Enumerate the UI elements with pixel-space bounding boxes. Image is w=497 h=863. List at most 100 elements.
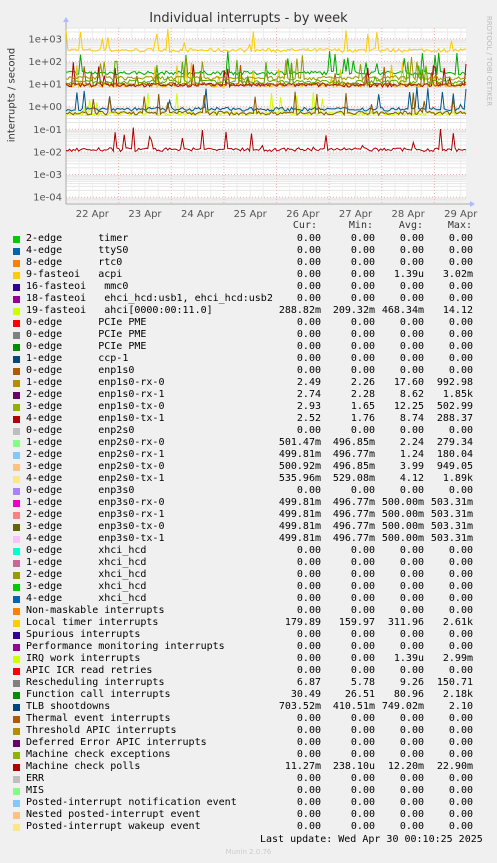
legend-max: 0.00 bbox=[448, 557, 473, 568]
legend-swatch bbox=[13, 824, 20, 831]
legend-max: 1.85k bbox=[442, 389, 473, 400]
legend-max: 503.31m bbox=[430, 509, 473, 520]
legend-label: Rescheduling interrupts bbox=[26, 677, 165, 688]
x-tick-label: 24 Apr bbox=[181, 209, 215, 220]
legend-max: 0.00 bbox=[448, 605, 473, 616]
legend-cur: 0.00 bbox=[296, 713, 321, 724]
legend-max: 2.10 bbox=[448, 701, 473, 712]
legend-row: 1-edge ccp-1 0.00 0.00 0.00 0.00 bbox=[0, 353, 497, 365]
legend-cur: 0.00 bbox=[296, 665, 321, 676]
legend-swatch bbox=[13, 464, 20, 471]
legend-cur: 0.00 bbox=[296, 545, 321, 556]
legend-cur: 0.00 bbox=[296, 797, 321, 808]
col-header-max: Max: bbox=[447, 220, 472, 231]
legend-swatch bbox=[13, 380, 20, 387]
last-update: Last update: Wed Apr 30 00:10:25 2025 bbox=[260, 834, 483, 845]
legend-label: 4-edge enp1s0-tx-1 bbox=[26, 413, 165, 424]
legend-max: 0.00 bbox=[448, 797, 473, 808]
legend-label: Threshold APIC interrupts bbox=[26, 725, 177, 736]
legend-label: Spurious interrupts bbox=[26, 629, 141, 640]
legend-max: 0.00 bbox=[448, 545, 473, 556]
legend-row: 19-fasteoi ahci[0000:00:11.0] 288.82m 209.… bbox=[0, 305, 497, 317]
legend-row: 0-edge enp3s0 0.00 0.00 0.00 0.00 bbox=[0, 485, 497, 497]
legend-cur: 0.00 bbox=[296, 569, 321, 580]
legend-max: 0.00 bbox=[448, 485, 473, 496]
y-tick-label: 1e-04 bbox=[33, 193, 62, 204]
legend-swatch bbox=[13, 524, 20, 531]
legend-swatch bbox=[13, 536, 20, 543]
legend-max: 0.00 bbox=[448, 593, 473, 604]
legend-row: 1-edge enp1s0-rx-0 2.49 2.26 17.60 992.98 bbox=[0, 377, 497, 389]
legend-swatch bbox=[13, 800, 20, 807]
legend-max: 0.00 bbox=[448, 341, 473, 352]
legend-max: 0.00 bbox=[448, 809, 473, 820]
legend-max: 0.00 bbox=[448, 821, 473, 832]
y-tick-label: 1e+02 bbox=[28, 57, 62, 68]
legend-max: 2.18k bbox=[442, 689, 473, 700]
legend-swatch bbox=[13, 728, 20, 735]
legend-cur: 0.00 bbox=[296, 557, 321, 568]
legend-max: 0.00 bbox=[448, 713, 473, 724]
legend-cur: 0.00 bbox=[296, 485, 321, 496]
legend-label: 4-edge xhci_hcd bbox=[26, 593, 147, 604]
legend-max: 279.34 bbox=[436, 437, 473, 448]
legend-label: IRQ work interrupts bbox=[26, 653, 141, 664]
legend-swatch bbox=[13, 500, 20, 507]
legend-max: 0.00 bbox=[448, 317, 473, 328]
legend-cur: 0.00 bbox=[296, 725, 321, 736]
legend-max: 992.98 bbox=[436, 377, 473, 388]
legend-cur: 2.52 bbox=[296, 413, 321, 424]
legend-row: 4-edge ttyS0 0.00 0.00 0.00 0.00 bbox=[0, 245, 497, 257]
legend-cur: 0.00 bbox=[296, 785, 321, 796]
legend-cur: 0.00 bbox=[296, 629, 321, 640]
legend-max: 0.00 bbox=[448, 425, 473, 436]
x-axis-arrow bbox=[470, 201, 475, 207]
legend-max: 0.00 bbox=[448, 245, 473, 256]
legend-row: 2-edge xhci_hcd 0.00 0.00 0.00 0.00 bbox=[0, 569, 497, 581]
legend-swatch bbox=[13, 296, 20, 303]
legend-row: IRQ work interrupts 0.00 0.00 1.39u 2.99m bbox=[0, 653, 497, 665]
y-tick-label: 1e+00 bbox=[28, 102, 62, 113]
legend-row: 0-edge PCIe PME 0.00 0.00 0.00 0.00 bbox=[0, 329, 497, 341]
legend-max: 22.90m bbox=[436, 761, 473, 772]
legend-max: 1.89k bbox=[442, 473, 473, 484]
legend-swatch bbox=[13, 452, 20, 459]
legend-swatch bbox=[13, 284, 20, 291]
legend-label: 0-edge PCIe PME bbox=[26, 329, 147, 340]
legend-cur: 0.00 bbox=[296, 293, 321, 304]
legend-row: 8-edge rtc0 0.00 0.00 0.00 0.00 bbox=[0, 257, 497, 269]
legend-row: 2-edge timer 0.00 0.00 0.00 0.00 bbox=[0, 233, 497, 245]
legend-row: 3-edge enp2s0-tx-0 500.92m 496.85m 3.99 949.… bbox=[0, 461, 497, 473]
legend-label: 3-edge enp2s0-tx-0 bbox=[26, 461, 165, 472]
legend-label: Deferred Error APIC interrupts bbox=[26, 737, 207, 748]
legend-cur: 0.00 bbox=[296, 257, 321, 268]
legend-label: Non-maskable interrupts bbox=[26, 605, 165, 616]
legend-swatch bbox=[13, 404, 20, 411]
chart-plot: 1e+03 1e+02 1e+01 1e+00 1e-01 1e-02 1e-03 1e-04… bbox=[28, 17, 478, 220]
legend-cur: 0.00 bbox=[296, 821, 321, 832]
legend-label: 0-edge PCIe PME bbox=[26, 341, 147, 352]
legend-swatch bbox=[13, 236, 20, 243]
legend-cur: 535.96m bbox=[278, 473, 321, 484]
legend-label: Local timer interrupts bbox=[26, 617, 159, 628]
legend-max: 14.12 bbox=[442, 305, 473, 316]
legend-cur: 0.00 bbox=[296, 317, 321, 328]
legend-label: Machine check exceptions bbox=[26, 749, 171, 760]
legend-max: 949.05 bbox=[436, 461, 473, 472]
legend-row: Function call interrupts 30.49 26.51 80.96 2… bbox=[0, 689, 497, 701]
legend-row: 18-fasteoi ehci_hcd:usb1, ehci_hcd:usb2 0… bbox=[0, 293, 497, 305]
legend-label: 4-edge enp3s0-tx-1 bbox=[26, 533, 165, 544]
x-tick-label: 29 Apr bbox=[444, 209, 478, 220]
legend-swatch bbox=[13, 512, 20, 519]
legend-label: 1-edge enp2s0-rx-0 bbox=[26, 437, 165, 448]
munin-footer: Munin 2.0.76 bbox=[225, 848, 272, 856]
legend-swatch bbox=[13, 248, 20, 255]
legend-row: 1-edge xhci_hcd 0.00 0.00 0.00 0.00 bbox=[0, 557, 497, 569]
legend-row: Nested posted-interrupt event 0.00 0.00 0.0… bbox=[0, 809, 497, 821]
legend-swatch bbox=[13, 740, 20, 747]
legend-label: Machine check polls bbox=[26, 761, 141, 772]
legend-row: MIS 0.00 0.00 0.00 0.00 bbox=[0, 785, 497, 797]
legend-cur: 179.89 bbox=[284, 617, 321, 628]
legend-row: 0-edge PCIe PME 0.00 0.00 0.00 0.00 bbox=[0, 317, 497, 329]
legend-row: 4-edge xhci_hcd 0.00 0.00 0.00 0.00 bbox=[0, 593, 497, 605]
